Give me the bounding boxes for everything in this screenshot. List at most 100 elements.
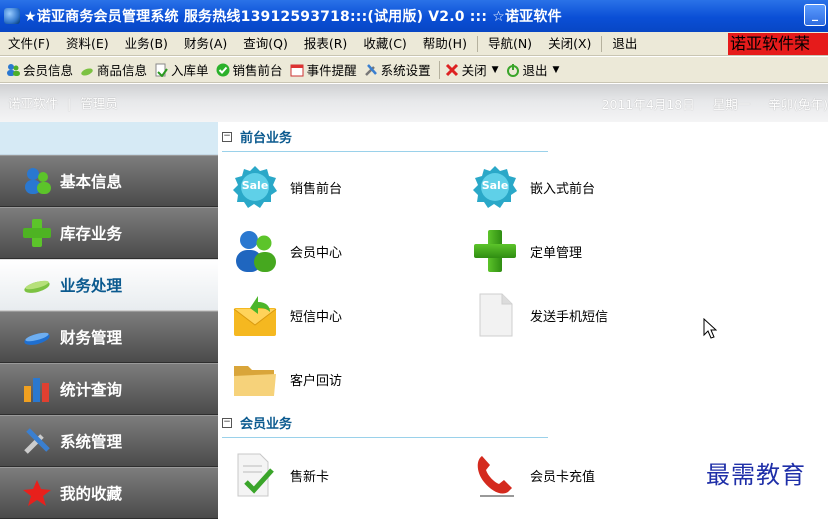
toolbar-close-label: 关闭 (461, 63, 487, 78)
toolbar-sales-front-button[interactable]: 销售前台 (214, 60, 288, 79)
collapse-icon[interactable]: − (222, 131, 232, 142)
calendar-icon (290, 63, 304, 77)
sidebar-item-favorites[interactable]: 我的收藏 (0, 467, 218, 519)
toolbar-close-button[interactable]: 关闭 ▼ (443, 60, 504, 79)
toolbar-goods-button[interactable]: 商品信息 (78, 60, 152, 79)
item-sms-center[interactable]: 短信中心 (232, 292, 342, 338)
mouse-cursor-icon (703, 317, 718, 343)
chevron-down-icon[interactable]: ▼ (553, 65, 560, 75)
document-icon (472, 292, 518, 338)
finance-icon (22, 322, 52, 352)
menu-business[interactable]: 业务(B) (117, 33, 176, 55)
toolbar-settings-button[interactable]: 系统设置 (362, 60, 436, 79)
chevron-down-icon[interactable]: ▼ (492, 65, 499, 75)
menu-file[interactable]: 文件(F) (0, 33, 58, 55)
main-panel: − 前台业务 Sale 销售前台 Sale 嵌入式前台 会员中心 定单管理 短信… (218, 122, 828, 502)
menu-help[interactable]: 帮助(H) (415, 33, 475, 55)
folder-icon (232, 356, 278, 402)
item-label: 客户回访 (290, 373, 343, 389)
power-icon (506, 63, 520, 77)
item-label: 会员卡充值 (530, 469, 596, 485)
goods-icon (80, 63, 94, 77)
current-weekday: 星期一 (712, 97, 751, 112)
sidebar-item-label: 我的收藏 (60, 485, 123, 503)
goods-icon (22, 270, 52, 300)
tools-icon (364, 63, 378, 77)
brand-banner: 诺亚软件荣 (728, 33, 828, 55)
toolbar-stock-in-button[interactable]: 入库单 (152, 60, 214, 79)
toolbar: 会员信息 商品信息 入库单 销售前台 事件提醒 系统设置 关闭 ▼ 退出 ▼ (0, 57, 828, 83)
section-member-business[interactable]: − 会员业务 (222, 408, 548, 438)
plus-icon (472, 228, 518, 274)
item-sell-new-card[interactable]: 售新卡 (232, 452, 329, 498)
star-icon (22, 478, 52, 508)
item-label: 发送手机短信 (530, 309, 609, 325)
current-date: 2011年4月18日 (601, 97, 695, 112)
window-title: ★诺亚商务会员管理系统 服务热线13912593718:::(试用版) V2.0… (24, 9, 562, 25)
members-icon (6, 63, 20, 77)
sidebar-item-label: 业务处理 (60, 277, 123, 295)
phone-icon (472, 452, 518, 498)
item-order-management[interactable]: 定单管理 (472, 228, 582, 274)
plus-icon (22, 218, 52, 248)
sidebar-item-label: 统计查询 (60, 381, 123, 399)
item-embedded-front[interactable]: Sale 嵌入式前台 (472, 164, 595, 210)
tools-icon (22, 426, 52, 456)
collapse-icon[interactable]: − (222, 417, 232, 428)
item-sales-front[interactable]: Sale 销售前台 (232, 164, 342, 210)
menu-data[interactable]: 资料(E) (58, 33, 117, 55)
sidebar-item-label: 系统管理 (60, 433, 123, 451)
toolbar-separator (438, 60, 440, 79)
close-icon (445, 63, 459, 77)
sidebar-item-statistics[interactable]: 统计查询 (0, 363, 218, 415)
menu-navigation[interactable]: 导航(N) (480, 33, 540, 55)
sale-badge-icon: Sale (232, 164, 278, 210)
item-label: 定单管理 (530, 245, 583, 261)
title-bar: ★诺亚商务会员管理系统 服务热线13912593718:::(试用版) V2.0… (0, 0, 828, 32)
section-title: 前台业务 (240, 131, 293, 146)
item-label: 嵌入式前台 (530, 181, 596, 197)
sale-badge-icon: Sale (472, 164, 518, 210)
toolbar-reminder-button[interactable]: 事件提醒 (288, 60, 362, 79)
menu-exit[interactable]: 退出 (604, 33, 645, 55)
menu-close[interactable]: 关闭(X) (540, 33, 599, 55)
sidebar: 基本信息 库存业务 业务处理 财务管理 统计查询 系统管理 我的收藏 (0, 122, 218, 519)
item-send-mobile-sms[interactable]: 发送手机短信 (472, 292, 608, 338)
toolbar-reminder-label: 事件提醒 (306, 63, 357, 78)
menu-query[interactable]: 查询(Q) (235, 33, 296, 55)
section-title: 会员业务 (240, 417, 293, 432)
item-label: 售新卡 (290, 469, 330, 485)
menu-separator (601, 35, 603, 52)
app-icon (4, 8, 20, 24)
item-member-center[interactable]: 会员中心 (232, 228, 342, 274)
item-customer-follow-up[interactable]: 客户回访 (232, 356, 342, 402)
watermark: 最需教育 (706, 461, 806, 489)
menu-separator (476, 35, 478, 52)
toolbar-members-button[interactable]: 会员信息 (4, 60, 78, 79)
header-divider: | (67, 96, 72, 111)
stock-in-icon (154, 63, 168, 78)
sidebar-item-business[interactable]: 业务处理 (0, 259, 218, 311)
user-name: 管理员 (80, 96, 118, 111)
menu-bar: 文件(F) 资料(E) 业务(B) 财务(A) 查询(Q) 报表(R) 收藏(C… (0, 32, 828, 56)
company-name: 诺亚软件 (8, 96, 59, 111)
lunar-year: 辛卯(兔年) (768, 97, 828, 112)
toolbar-members-label: 会员信息 (23, 63, 74, 78)
sale-badge-text: Sale (481, 179, 509, 192)
sidebar-item-finance[interactable]: 财务管理 (0, 311, 218, 363)
sidebar-item-inventory[interactable]: 库存业务 (0, 207, 218, 259)
toolbar-exit-button[interactable]: 退出 ▼ (504, 60, 565, 79)
card-check-icon (232, 452, 278, 498)
sidebar-item-system[interactable]: 系统管理 (0, 415, 218, 467)
item-card-recharge[interactable]: 会员卡充值 (472, 452, 595, 498)
header-strip: 诺亚软件 | 管理员 2011年4月18日 星期一 辛卯(兔年) (0, 84, 828, 122)
sidebar-item-basic-info[interactable]: 基本信息 (0, 155, 218, 207)
sidebar-item-label: 基本信息 (60, 173, 123, 191)
menu-finance[interactable]: 财务(A) (176, 33, 235, 55)
menu-favorites[interactable]: 收藏(C) (355, 33, 414, 55)
menu-report[interactable]: 报表(R) (296, 33, 355, 55)
section-front-business[interactable]: − 前台业务 (222, 122, 548, 152)
header-user-info: 诺亚软件 | 管理员 (8, 93, 118, 112)
bar-chart-icon (22, 374, 52, 404)
minimize-button[interactable]: _ (804, 4, 826, 26)
